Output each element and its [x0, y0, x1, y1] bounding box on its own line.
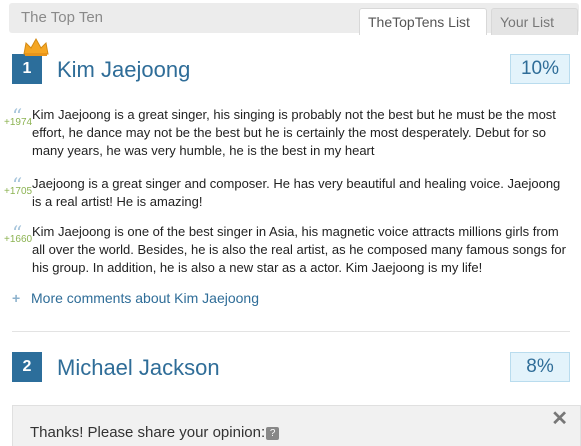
- percent-badge: 8%: [510, 352, 570, 382]
- divider: [12, 331, 570, 332]
- more-comments-link[interactable]: + More comments about Kim Jaejoong: [12, 290, 259, 306]
- rank-badge: 1: [12, 54, 42, 84]
- vote-count: +1705: [4, 186, 33, 197]
- plus-icon: +: [12, 290, 21, 306]
- crown-icon: [23, 37, 49, 56]
- help-icon[interactable]: ?: [266, 427, 280, 440]
- item-title[interactable]: Kim Jaejoong: [57, 57, 190, 83]
- comment: “ +1705 Jaejoong is a great singer and c…: [4, 173, 572, 211]
- rank-badge: 2: [12, 352, 42, 382]
- site-title[interactable]: The Top Ten: [21, 9, 103, 26]
- share-opinion-panel: Thanks! Please share your opinion:? ✕: [12, 405, 581, 446]
- tab-thetoptens-list[interactable]: TheTopTens List: [359, 8, 487, 35]
- tab-your-list[interactable]: Your List: [491, 8, 578, 35]
- site-header: The Top Ten TheTopTens List Your List: [9, 3, 579, 35]
- item-title[interactable]: Michael Jackson: [57, 355, 220, 381]
- vote-count: +1660: [4, 234, 33, 245]
- percent-badge: 10%: [510, 54, 570, 84]
- share-prompt-label: Thanks! Please share your opinion:: [30, 424, 266, 441]
- more-comments-label: More comments about Kim Jaejoong: [31, 290, 259, 306]
- share-prompt: Thanks! Please share your opinion:?: [30, 424, 280, 441]
- comment-text: Jaejoong is a great singer and composer.…: [32, 176, 561, 209]
- comment: “ +1660 Kim Jaejoong is one of the best …: [4, 221, 572, 277]
- comment-text: Kim Jaejoong is a great singer, his sing…: [32, 107, 556, 158]
- comment: “ +1974 Kim Jaejoong is a great singer, …: [4, 104, 572, 160]
- vote-count: +1974: [4, 117, 33, 128]
- comment-text: Kim Jaejoong is one of the best singer i…: [32, 224, 566, 275]
- close-icon[interactable]: ✕: [551, 406, 568, 431]
